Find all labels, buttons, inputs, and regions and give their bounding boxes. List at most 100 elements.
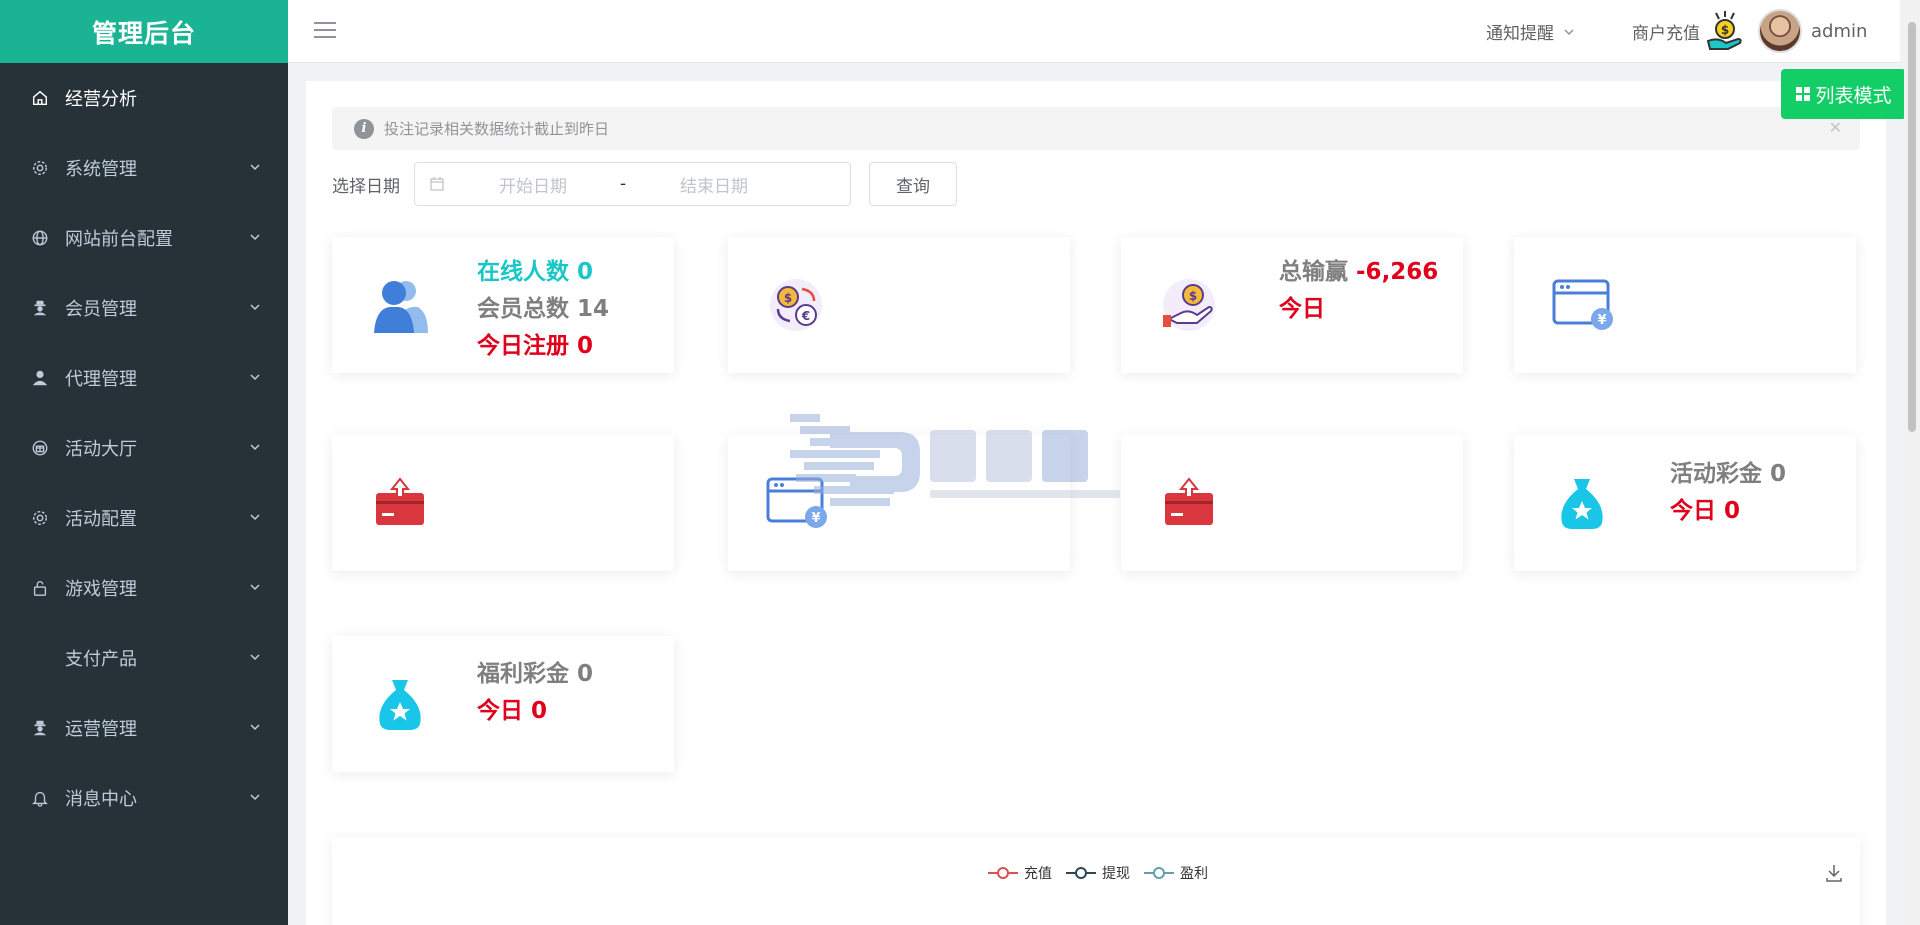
sidebar-menu: 经营分析 系统管理 网站前台配置 会员管理 代理管理 活动大厅 活动配置 游戏管… <box>0 63 288 833</box>
money-bag-icon <box>1561 479 1603 529</box>
legend-line-marker-icon <box>1144 867 1174 879</box>
sidebar-item-label: 支付产品 <box>65 649 137 670</box>
upload-box-icon <box>376 477 424 525</box>
top-header: 通知提醒 商户充值 $ admin <box>288 0 1900 63</box>
scrollbar-thumb[interactable] <box>1908 22 1916 432</box>
sidebar-item-site-config[interactable]: 网站前台配置 <box>0 203 288 273</box>
gift-icon <box>30 438 50 458</box>
legend-line-marker-icon <box>1066 867 1096 879</box>
grid-icon <box>1796 87 1811 101</box>
start-date-input[interactable]: 开始日期 <box>499 172 567 197</box>
legend-item-recharge[interactable]: 充值 <box>988 863 1052 883</box>
sidebar-item-label: 代理管理 <box>65 369 137 390</box>
globe-icon <box>30 228 50 248</box>
download-icon[interactable] <box>1824 863 1844 883</box>
sidebar-item-payment-products[interactable]: 支付产品 <box>0 623 288 693</box>
notice-dropdown[interactable]: 通知提醒 <box>1486 0 1576 63</box>
legend-label: 充值 <box>1024 866 1052 882</box>
close-icon[interactable]: ✕ <box>1829 118 1842 137</box>
sidebar-item-activity-hall[interactable]: 活动大厅 <box>0 413 288 483</box>
total-win-line: 总输赢 -6,266 <box>1279 254 1438 291</box>
sidebar-item-label: 会员管理 <box>65 299 137 320</box>
trend-chart-panel: 充值 提现 盈利 <box>332 837 1860 925</box>
legend-line-marker-icon <box>988 867 1018 879</box>
username[interactable]: admin <box>1811 0 1867 63</box>
legend-item-profit[interactable]: 盈利 <box>1144 863 1208 883</box>
calendar-icon <box>430 177 444 191</box>
chevron-down-icon <box>250 654 260 661</box>
date-filter: 选择日期 开始日期 - 结束日期 查询 <box>332 162 957 206</box>
brand-title: 管理后台 <box>0 0 288 63</box>
sidebar-item-games[interactable]: 游戏管理 <box>0 553 288 623</box>
sidebar-item-label: 消息中心 <box>65 789 137 810</box>
avatar[interactable] <box>1758 9 1802 53</box>
chart-legend: 充值 提现 盈利 <box>988 863 1208 883</box>
user-icon <box>30 368 50 388</box>
money-hand-icon: $ <box>1706 10 1742 50</box>
welfare-bonus: 福利彩金 0 <box>477 661 594 687</box>
total-win-label: 总输赢 <box>1279 259 1348 285</box>
coin-hand-icon: $ <box>1163 279 1215 331</box>
alert-text: 投注记录相关数据统计截止到昨日 <box>384 120 610 138</box>
legend-label: 提现 <box>1102 866 1130 882</box>
sidebar-item-operations[interactable]: 运营管理 <box>0 693 288 763</box>
hamburger-icon[interactable] <box>314 22 336 40</box>
sidebar-item-label: 活动大厅 <box>65 439 137 460</box>
total-win-value: -6,266 <box>1356 259 1439 285</box>
range-separator: - <box>620 174 627 194</box>
sidebar-item-activity-config[interactable]: 活动配置 <box>0 483 288 553</box>
member-total: 会员总数 14 <box>477 296 610 322</box>
sidebar-item-agents[interactable]: 代理管理 <box>0 343 288 413</box>
svg-text:¥: ¥ <box>1597 313 1606 328</box>
svg-text:¥: ¥ <box>811 511 820 526</box>
today-registrations: 今日注册 0 <box>477 333 594 359</box>
merchant-recharge-link[interactable]: 商户充值 $ <box>1632 0 1746 63</box>
legend-item-withdraw[interactable]: 提现 <box>1066 863 1130 883</box>
chevron-down-icon <box>250 584 260 591</box>
money-bag-icon <box>379 680 421 730</box>
activity-bonus-today: 今日 0 <box>1670 498 1741 524</box>
main-panel: i 投注记录相关数据统计截止到昨日 ✕ 列表模式 选择日期 开始日期 - 结束日… <box>306 69 1906 925</box>
end-date-input[interactable]: 结束日期 <box>680 172 748 197</box>
sidebar-item-members[interactable]: 会员管理 <box>0 273 288 343</box>
gear-icon <box>30 158 50 178</box>
date-label: 选择日期 <box>332 176 400 197</box>
sidebar-item-label: 运营管理 <box>65 719 137 740</box>
stat-card-total-win: $ 总输赢 -6,266 今日 <box>1121 237 1463 373</box>
svg-text:$: $ <box>784 291 792 305</box>
user-secret-icon <box>30 298 50 318</box>
gear-icon <box>30 508 50 528</box>
stat-card-withdraw-box <box>332 435 674 571</box>
online-count: 在线人数 0 <box>477 259 594 285</box>
stat-card-browser-yuan: ¥ <box>1514 237 1856 373</box>
users-icon <box>374 281 428 333</box>
date-range-picker[interactable]: 开始日期 - 结束日期 <box>414 162 851 206</box>
vertical-scrollbar[interactable] <box>1904 0 1920 925</box>
sidebar-item-label: 活动配置 <box>65 509 137 530</box>
svg-text:€: € <box>801 309 810 323</box>
currency-exchange-icon: $ € <box>770 279 822 331</box>
chevron-down-icon <box>250 234 260 241</box>
list-mode-label: 列表模式 <box>1815 84 1892 107</box>
legend-label: 盈利 <box>1180 866 1208 882</box>
chevron-down-icon <box>250 164 260 171</box>
sidebar-item-system[interactable]: 系统管理 <box>0 133 288 203</box>
chevron-down-icon <box>250 724 260 731</box>
chevron-down-icon <box>250 374 260 381</box>
sidebar-item-label: 网站前台配置 <box>65 229 173 250</box>
chevron-down-icon <box>250 444 260 451</box>
query-button[interactable]: 查询 <box>869 162 957 206</box>
chevron-down-icon <box>250 514 260 521</box>
sidebar-item-business-analysis[interactable]: 经营分析 <box>0 63 288 133</box>
chevron-down-icon <box>1564 28 1574 35</box>
home-icon <box>30 88 50 108</box>
sidebar-item-label: 经营分析 <box>65 89 137 110</box>
stat-card-welfare-bonus: 福利彩金 0 今日 0 <box>332 636 674 772</box>
list-mode-button[interactable]: 列表模式 <box>1781 69 1906 119</box>
sidebar-item-messages[interactable]: 消息中心 <box>0 763 288 833</box>
activity-bonus: 活动彩金 0 <box>1670 461 1787 487</box>
stat-card-browser-yuan-2: ¥ <box>728 435 1070 571</box>
user-secret-icon <box>30 718 50 738</box>
info-alert: i 投注记录相关数据统计截止到昨日 ✕ <box>332 107 1860 150</box>
chevron-down-icon <box>250 304 260 311</box>
